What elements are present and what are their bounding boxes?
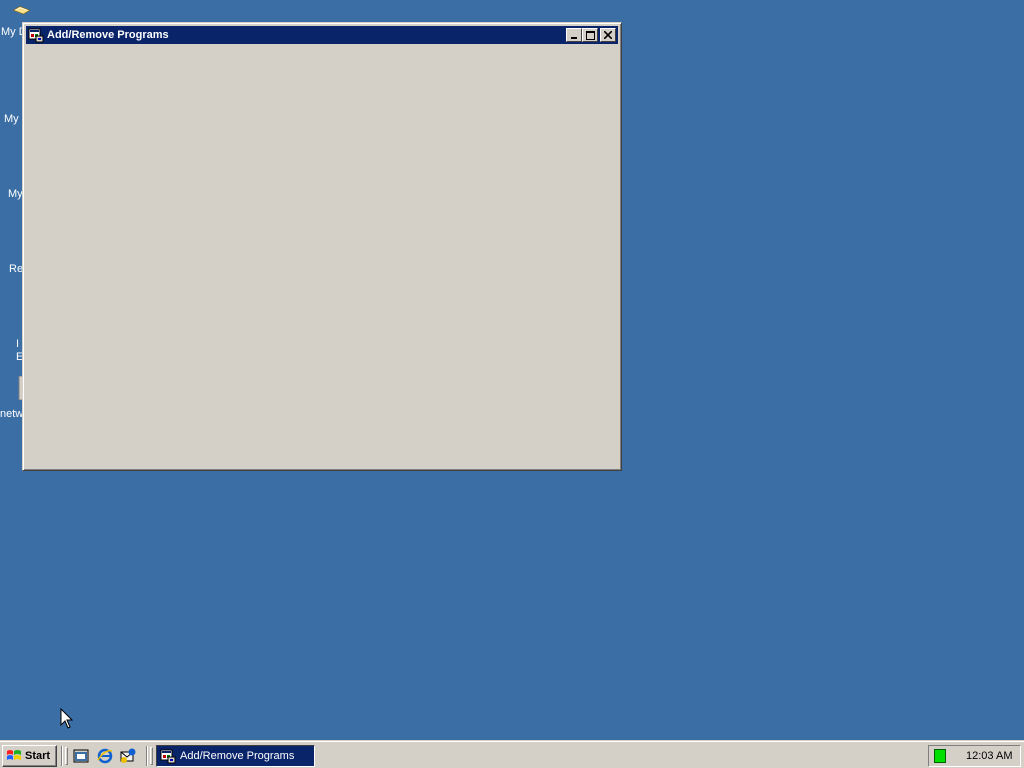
window-title: Add/Remove Programs (47, 29, 169, 41)
tray-clock[interactable]: 12:03 AM (966, 750, 1012, 762)
window-client-area (26, 45, 618, 467)
close-button[interactable] (600, 28, 616, 42)
maximize-button[interactable] (582, 28, 598, 42)
system-tray: 12:03 AM (928, 745, 1021, 767)
task-area-grip[interactable] (150, 747, 153, 765)
mouse-pointer-icon (60, 708, 74, 729)
task-button-add-remove-programs[interactable]: Add/Remove Programs (156, 745, 315, 767)
outlook-express-icon[interactable] (119, 747, 137, 765)
start-label: Start (25, 750, 51, 762)
taskbar: Start Add/Remove Programs 12:03 AM (0, 740, 1024, 768)
show-desktop-icon[interactable] (72, 747, 90, 765)
quick-launch-grip[interactable] (65, 747, 68, 765)
minimize-button[interactable] (566, 28, 582, 42)
add-remove-programs-window: Add/Remove Programs (22, 22, 622, 471)
add-remove-programs-icon (160, 749, 176, 764)
windows-logo-icon (7, 750, 21, 760)
maximize-icon (585, 30, 595, 40)
taskbar-separator (61, 746, 63, 766)
minimize-icon (571, 37, 577, 39)
window-titlebar[interactable]: Add/Remove Programs (26, 26, 618, 44)
task-button-label: Add/Remove Programs (180, 750, 295, 762)
network-status-icon[interactable] (934, 749, 946, 763)
add-remove-programs-icon (28, 28, 44, 43)
close-icon (604, 31, 612, 39)
desktop: My D My My Re I E netw Add/Remove Progra… (0, 0, 1024, 740)
taskbar-separator (146, 746, 148, 766)
internet-explorer-icon[interactable] (96, 747, 114, 765)
my-documents-icon (12, 6, 31, 15)
start-button[interactable]: Start (2, 745, 57, 767)
